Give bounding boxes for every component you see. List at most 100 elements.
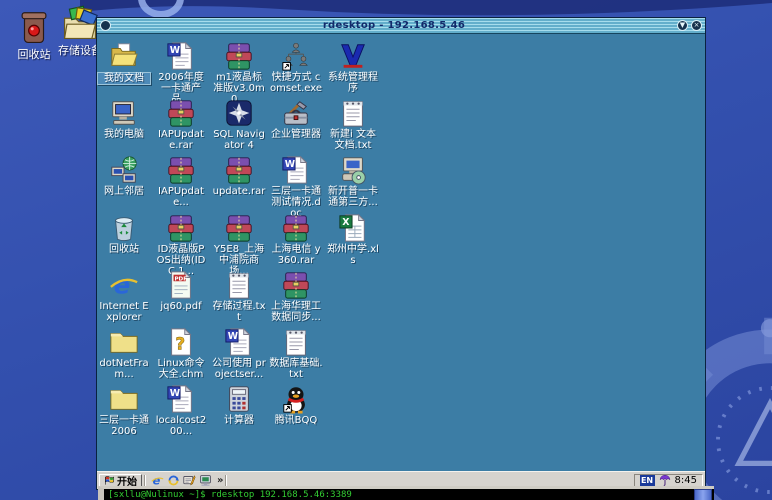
overflow-chevron[interactable]: » [217, 475, 223, 487]
desktop-icon[interactable]: 郑州中学.xls [326, 213, 380, 266]
desktop-icon-label: localcost200... [154, 415, 208, 437]
word-icon [281, 155, 311, 185]
remote-desktop[interactable]: 我的文档我的电脑网上邻居回收站 Internet Explorer dotNetFr… [97, 34, 705, 471]
window-titlebar[interactable]: rdesktop - 192.168.5.46 ▼ × [97, 18, 705, 34]
desktop-icon-label: 回收站 [97, 244, 151, 255]
desktop-icon-label: 企业管理器 [269, 129, 323, 140]
host-desktop-icon[interactable]: 回收站 [8, 8, 60, 62]
language-indicator[interactable]: EN [640, 475, 655, 487]
desktop-icon[interactable]: Linux命令大全.chm [154, 327, 208, 380]
desktop-icon[interactable]: SQL Navigator 4 [212, 98, 266, 151]
desktop-icon[interactable]: 企业管理器 [269, 98, 323, 140]
toolbox-icon [281, 98, 311, 128]
desktop-icon[interactable]: update.rar [212, 155, 266, 197]
desktop-icon-label: 新建i 文本文档.txt [326, 129, 380, 151]
desktop-icon[interactable]: 2006年度一卡通产品... [154, 41, 208, 105]
desktop-icon-label: 郑州中学.xls [326, 244, 380, 266]
desktop-icon[interactable]: 新建i 文本文档.txt [326, 98, 380, 151]
folder-icon [109, 327, 139, 357]
taskbar-divider [144, 475, 146, 487]
desktop-icon-label: 腾讯BQQ [269, 415, 323, 426]
desktop-icon[interactable]: m1液晶标准版v3.0m0... [212, 41, 266, 105]
desktop-icon[interactable]: ID液晶版POS出纳(IDC 1... [154, 213, 208, 277]
desktop-icon-label: IAPUpdate... [154, 186, 208, 208]
desktop-icon-label: IAPUpdate.rar [154, 129, 208, 151]
desktop-icon-label: 上海华理工数据同步... [269, 301, 323, 323]
qq-icon [281, 384, 311, 414]
avlogo-icon [338, 41, 368, 71]
desktop-icon-label: 计算器 [212, 415, 266, 426]
desktop-icon[interactable]: dotNetFram... [97, 327, 151, 380]
desktop-icon-label: 三层一卡通 2006 [97, 415, 151, 437]
window-menu-button[interactable] [100, 20, 111, 31]
terminal-prompt-line: [sxllu@Nulinux ~]$ rdesktop 192.168.5.46… [104, 489, 714, 500]
compass-icon [224, 98, 254, 128]
desktop-icon[interactable]: 三层一卡通测试情况.doc [269, 155, 323, 219]
desktop-icon[interactable]: 快捷方式 comset.exe [269, 41, 323, 94]
shade-button[interactable]: ▼ [677, 20, 688, 31]
desktop-icon[interactable]: 上海华理工数据同步... [269, 270, 323, 323]
desktop-icon[interactable]: 腾讯BQQ [269, 384, 323, 426]
installer-icon [338, 155, 368, 185]
rar-icon [166, 155, 196, 185]
rdesktop-window: rdesktop - 192.168.5.46 ▼ × 我的文档我的电脑网上邻居… [96, 17, 706, 490]
recycle-icon [109, 213, 139, 243]
txt-icon [338, 98, 368, 128]
desktop-icon[interactable]: 数据库基础. txt [269, 327, 323, 380]
desktop-icon[interactable]: jq60.pdf [154, 270, 208, 312]
desktop-icon-label: 系统管理程序 [326, 72, 380, 94]
desktop-icon[interactable]: 上海电信 y360.rar [269, 213, 323, 266]
ie-icon [109, 270, 139, 300]
desktop-icon-label: 公司使用 projectser... [212, 358, 266, 380]
people-icon [281, 41, 311, 71]
windows-flag-icon [104, 475, 115, 486]
desktop-icon[interactable]: 新开普一卡通第三方... [326, 155, 380, 208]
word-icon [166, 41, 196, 71]
window-title: rdesktop - 192.168.5.46 [111, 20, 677, 31]
terminal-scrollbar[interactable] [694, 489, 712, 500]
rar-icon [224, 213, 254, 243]
desktop-icon[interactable]: IAPUpdate... [154, 155, 208, 208]
host-desktop: 回收站存储设备 rdesktop - 192.168.5.46 ▼ × 我的文档… [0, 0, 772, 500]
word-icon [224, 327, 254, 357]
desktop-icon-label: 网上邻居 [97, 186, 151, 197]
close-button[interactable]: × [691, 20, 702, 31]
txt-icon [281, 327, 311, 357]
desktop-icon-label: 新开普一卡通第三方... [326, 186, 380, 208]
network-icon [109, 155, 139, 185]
desktop-icon-label: Internet Explorer [97, 301, 151, 323]
desktop-icon[interactable]: 我的电脑 [97, 98, 151, 140]
desktop-icon[interactable]: localcost200... [154, 384, 208, 437]
rar-icon [224, 155, 254, 185]
desktop-icon[interactable]: 三层一卡通 2006 [97, 384, 151, 437]
storage-icon [61, 4, 99, 42]
desktop-icon[interactable]: IAPUpdate.rar [154, 98, 208, 151]
desktop-icon-label: 上海电信 y360.rar [269, 244, 323, 266]
desktop-icon[interactable]: 系统管理程序 [326, 41, 380, 94]
desktop-icon-label: 我的文档 [97, 72, 151, 85]
desktop-icon[interactable]: 公司使用 projectser... [212, 327, 266, 380]
desktop-icon[interactable]: 网上邻居 [97, 155, 151, 197]
rar-icon [166, 98, 196, 128]
txt-icon [224, 270, 254, 300]
desktop-icon[interactable]: Internet Explorer [97, 270, 151, 323]
desktop-icon-label: 数据库基础. txt [269, 358, 323, 380]
taskbar-divider-2 [225, 475, 227, 487]
calc-icon [224, 384, 254, 414]
rar-icon [224, 41, 254, 71]
desktop-icon-label: SQL Navigator 4 [212, 129, 266, 151]
desktop-icon-label: jq60.pdf [154, 301, 208, 312]
rar-icon [166, 213, 196, 243]
desktop-icon[interactable]: 我的文档 [97, 41, 151, 85]
desktop-icon-label: Linux命令大全.chm [154, 358, 208, 380]
desktop-icon[interactable]: 回收站 [97, 213, 151, 255]
rar-icon [281, 213, 311, 243]
trash-icon [15, 8, 53, 46]
terminal-window[interactable]: [sxllu@Nulinux ~]$ rdesktop 192.168.5.46… [98, 486, 714, 500]
desktop-icon[interactable]: 计算器 [212, 384, 266, 426]
chm-icon [166, 327, 196, 357]
desktop-icon[interactable]: Y5E8_上海中浦院商场... [212, 213, 266, 277]
folderopen-icon [109, 41, 139, 71]
desktop-icon[interactable]: 存储过程.txt [212, 270, 266, 323]
desktop-icon-label: 存储过程.txt [212, 301, 266, 323]
